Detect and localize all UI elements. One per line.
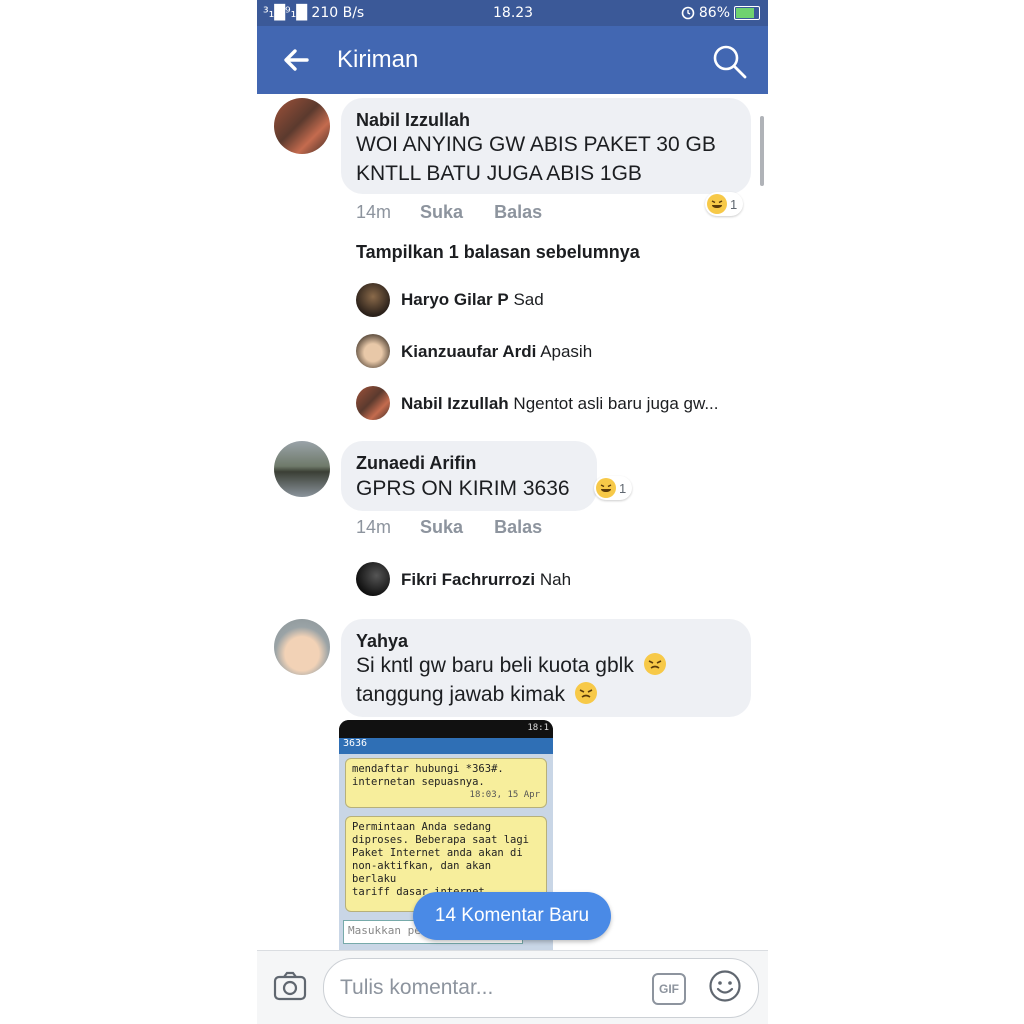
attachment-status-bar: 18:1 xyxy=(339,720,553,738)
status-bar: ³₁█⁹₁█ 210 B/s 18.23 86% xyxy=(257,0,768,26)
comment-text-line: WOI ANYING GW ABIS PAKET 30 GB xyxy=(356,133,716,156)
sms-text-line: non-aktifkan, dan akan berlaku xyxy=(352,860,492,885)
sms-bubble: mendaftar hubungi *363#. internetan sepu… xyxy=(345,758,547,808)
gif-button[interactable]: GIF xyxy=(652,973,686,1005)
sms-text-line: Paket Internet anda akan di xyxy=(352,847,523,859)
comment-text: Si kntl gw baru beli kuota gblk tanggung… xyxy=(356,651,666,709)
comment-author[interactable]: Yahya xyxy=(356,631,408,652)
sms-text-line: internetan sepuasnya. xyxy=(352,776,485,788)
clock: 18.23 xyxy=(493,5,534,21)
battery-icon xyxy=(734,6,760,20)
reply-text: Sad xyxy=(513,290,544,309)
new-comments-button[interactable]: 14 Komentar Baru xyxy=(413,892,611,940)
comment-author[interactable]: Zunaedi Arifin xyxy=(356,453,476,474)
reaction-badge[interactable]: 1 xyxy=(705,192,744,216)
comment-composer: Tulis komentar... GIF xyxy=(257,950,768,1024)
sms-text-line: mendaftar hubungi *363#. xyxy=(352,763,504,775)
reply-text: Ngentot asli baru juga gw... xyxy=(513,394,719,413)
haha-emoji-icon xyxy=(707,194,727,214)
signal-indicator: ³₁█⁹₁█ 210 B/s xyxy=(263,5,365,21)
like-button[interactable]: Suka xyxy=(420,517,463,538)
reply-author[interactable]: Haryo Gilar P xyxy=(401,290,509,309)
attachment-thread-title: 3636 xyxy=(339,738,553,754)
angry-emoji-icon xyxy=(574,682,597,704)
haha-emoji-icon xyxy=(596,478,616,498)
show-previous-replies-link[interactable]: Tampilkan 1 balasan sebelumnya xyxy=(356,242,640,263)
comment-text-line: tanggung jawab kimak xyxy=(356,680,666,709)
comment-input[interactable]: Tulis komentar... GIF xyxy=(323,958,759,1018)
reply-text: Apasih xyxy=(540,342,593,361)
comment-text: WOI ANYING GW ABIS PAKET 30 GB KNTLL BAT… xyxy=(356,130,716,188)
attachment-time: 18:1 xyxy=(527,723,549,733)
avatar[interactable] xyxy=(274,619,330,675)
comment-actions: 14m Suka Balas xyxy=(356,202,542,223)
comment-text-line: GPRS ON KIRIM 3636 xyxy=(356,477,570,500)
reply-author[interactable]: Fikri Fachrurrozi xyxy=(401,570,535,589)
comment-author[interactable]: Nabil Izzullah xyxy=(356,110,470,131)
avatar[interactable] xyxy=(356,386,390,420)
angry-emoji-icon xyxy=(643,653,666,675)
comment-text-line: KNTLL BATU JUGA ABIS 1GB xyxy=(356,162,642,185)
sms-text-line: Permintaan Anda sedang xyxy=(352,821,492,833)
search-icon[interactable] xyxy=(710,42,750,82)
scrollbar[interactable] xyxy=(760,116,764,186)
comment-time: 14m xyxy=(356,202,392,222)
page-title: Kiriman xyxy=(337,46,419,73)
app-header: Kiriman xyxy=(257,26,768,94)
comment-text-line: Si kntl gw baru beli kuota gblk xyxy=(356,651,666,680)
reply-button[interactable]: Balas xyxy=(494,202,542,223)
camera-icon[interactable] xyxy=(273,971,307,1001)
comment-text: GPRS ON KIRIM 3636 xyxy=(356,474,570,503)
reply-item[interactable]: Haryo Gilar P Sad xyxy=(401,290,544,310)
alarm-icon xyxy=(681,6,695,20)
back-arrow-icon[interactable] xyxy=(281,48,311,72)
comment-time: 14m xyxy=(356,517,392,537)
like-button[interactable]: Suka xyxy=(420,202,463,223)
battery-group: 86% xyxy=(681,5,760,21)
sms-text-line: diproses. Beberapa saat lagi xyxy=(352,834,530,846)
reply-button[interactable]: Balas xyxy=(494,517,542,538)
reply-item[interactable]: Kianzuaufar Ardi Apasih xyxy=(401,342,592,362)
reply-item[interactable]: Fikri Fachrurrozi Nah xyxy=(401,570,571,590)
avatar[interactable] xyxy=(356,334,390,368)
battery-percent: 86% xyxy=(698,5,730,21)
reaction-count: 1 xyxy=(619,480,627,496)
reply-text: Nah xyxy=(539,570,572,589)
reaction-badge[interactable]: 1 xyxy=(594,476,633,500)
reply-author[interactable]: Nabil Izzullah xyxy=(401,394,509,413)
reply-item[interactable]: Nabil Izzullah Ngentot asli baru juga gw… xyxy=(401,394,719,414)
avatar[interactable] xyxy=(274,98,330,154)
reaction-count: 1 xyxy=(730,196,738,212)
phone-screen: ³₁█⁹₁█ 210 B/s 18.23 86% Kiriman Nabil I… xyxy=(257,0,768,1024)
sms-time: 18:03, 15 Apr xyxy=(469,790,540,800)
avatar[interactable] xyxy=(274,441,330,497)
sticker-smiley-icon[interactable] xyxy=(708,969,742,1003)
comment-actions: 14m Suka Balas xyxy=(356,517,542,538)
avatar[interactable] xyxy=(356,562,390,596)
reply-author[interactable]: Kianzuaufar Ardi xyxy=(401,342,536,361)
comment-input-placeholder: Tulis komentar... xyxy=(340,976,494,999)
avatar[interactable] xyxy=(356,283,390,317)
